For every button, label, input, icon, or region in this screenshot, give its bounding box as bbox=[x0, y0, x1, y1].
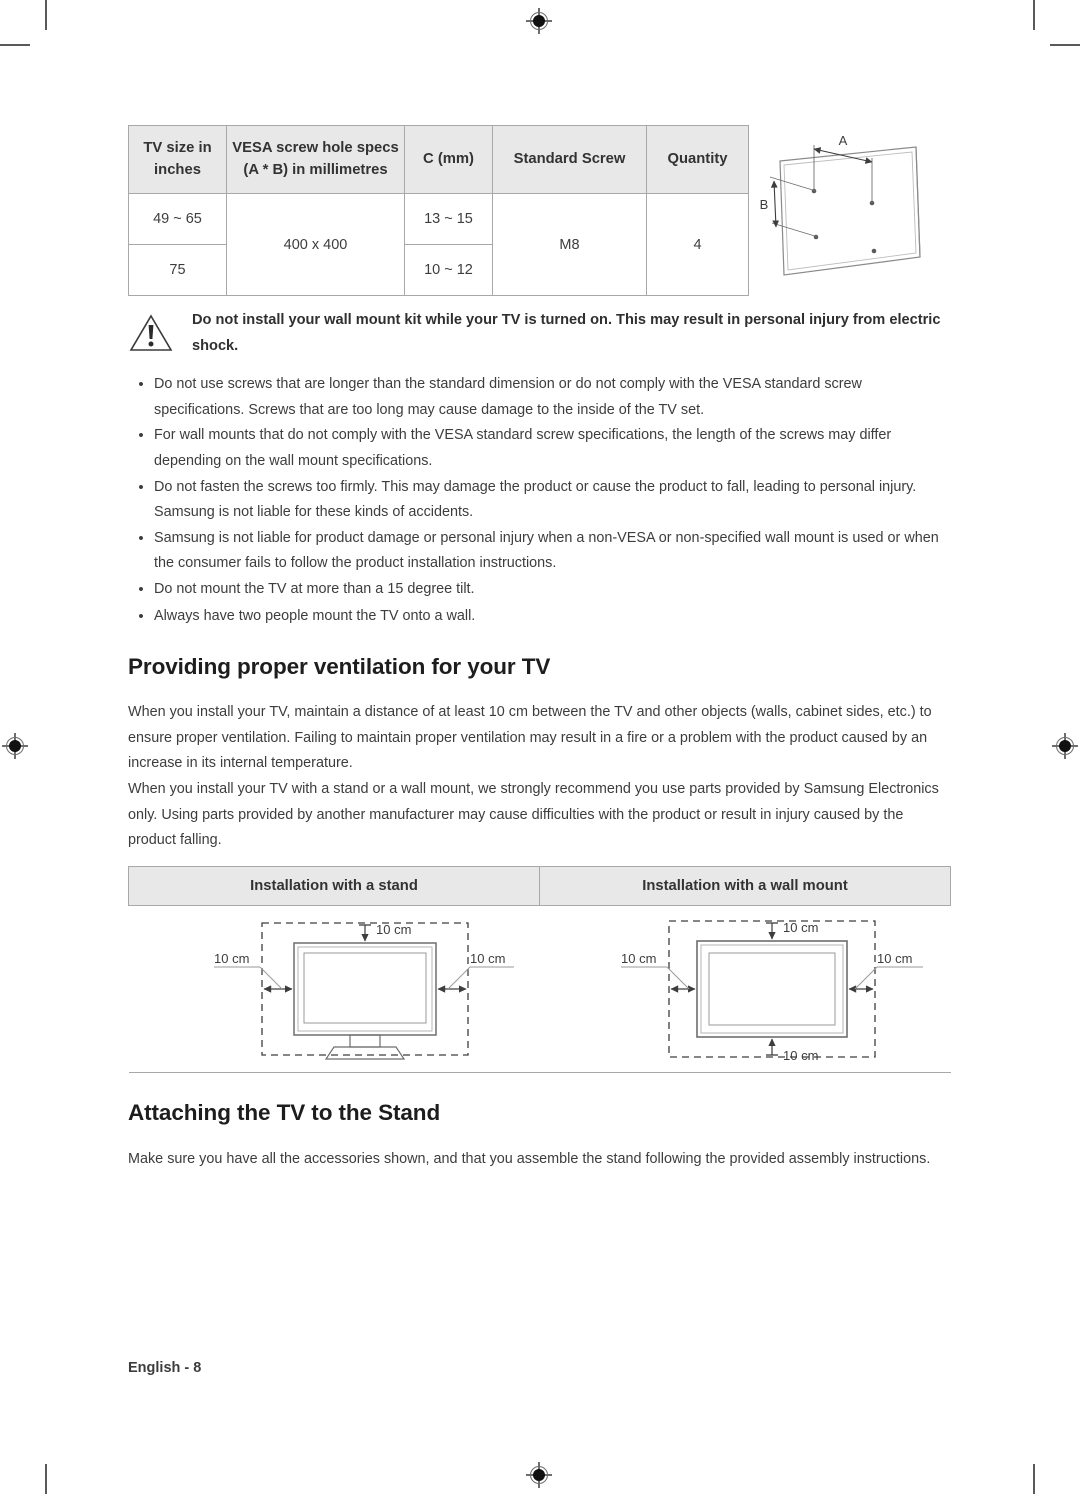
stand-paragraph: Make sure you have all the accessories s… bbox=[128, 1151, 931, 1167]
cell-wallmount-diagram: 10 cm 10 cm 10 cm 10 cm bbox=[539, 905, 951, 1073]
crop-mark-top-left-vertical bbox=[45, 0, 47, 30]
registration-mark-right bbox=[1052, 733, 1078, 759]
column-header-vesa-specs: VESA screw hole specs (A * B) in millime… bbox=[226, 125, 405, 194]
clearance-label-top: 10 cm bbox=[783, 920, 818, 935]
tv-wallmount-ventilation-diagram: 10 cm 10 cm 10 cm 10 cm bbox=[540, 909, 951, 1069]
list-item-text: For wall mounts that do not comply with … bbox=[154, 427, 892, 469]
cell-c-mm-row1: 13 ~ 15 bbox=[404, 193, 493, 245]
warning-triangle-icon bbox=[128, 308, 182, 354]
cell-quantity: 4 bbox=[646, 193, 749, 296]
ventilation-table: Installation with a stand Installation w… bbox=[128, 866, 951, 1073]
table-row: 10 cm 10 cm 10 cm 10 cm 10 cm 10 cm 10 c… bbox=[128, 905, 951, 1073]
column-header-tv-size: TV size in inches bbox=[128, 125, 227, 194]
list-item-text: Do not use screws that are longer than t… bbox=[154, 376, 862, 418]
tv-rear-panel-diagram: A B {} bbox=[748, 125, 950, 295]
tv-stand-ventilation-diagram: 10 cm 10 cm 10 cm bbox=[129, 909, 540, 1069]
column-header-tv-size-line1: TV size in bbox=[143, 140, 212, 157]
safety-bullet-list: • Do not use screws that are longer than… bbox=[128, 372, 950, 631]
clearance-label-left: 10 cm bbox=[214, 951, 249, 966]
column-header-quantity: Quantity bbox=[646, 125, 749, 194]
page-title-ventilation: Providing proper ventilation for your TV bbox=[128, 654, 551, 679]
bullet-marker-icon: • bbox=[138, 529, 144, 547]
ventilation-diagram-section: Installation with a stand Installation w… bbox=[128, 866, 951, 1073]
cell-vesa-specs: 400 x 400 bbox=[226, 193, 405, 296]
clearance-label-bottom: 10 cm bbox=[783, 1048, 818, 1063]
ventilation-paragraph-2: When you install your TV with a stand or… bbox=[128, 781, 939, 849]
vesa-spec-section: TV size in inches VESA screw hole specs … bbox=[128, 125, 950, 296]
column-header-standard-screw: Standard Screw bbox=[492, 125, 647, 194]
clearance-label-left: 10 cm bbox=[621, 951, 656, 966]
warning-block: Do not install your wall mount kit while… bbox=[128, 308, 950, 360]
table-row: 49 ~ 65 400 x 400 13 ~ 15 M8 4 bbox=[128, 193, 749, 296]
list-item-text: Do not fasten the screws too firmly. Thi… bbox=[154, 478, 917, 521]
column-header-vesa-specs-line2: (A * B) in millimetres bbox=[243, 161, 388, 178]
clearance-label-right: 10 cm bbox=[470, 951, 505, 966]
cell-tv-size-row2: 75 bbox=[128, 244, 227, 296]
page-footer-label: English - 8 bbox=[128, 1360, 202, 1376]
dimension-label-a: A bbox=[839, 133, 848, 148]
bullet-marker-icon: • bbox=[138, 376, 144, 393]
list-item: • Samsung is not liable for product dama… bbox=[128, 526, 950, 577]
list-item-text: Always have two people mount the TV onto… bbox=[154, 607, 476, 624]
bullet-marker-icon: • bbox=[138, 427, 144, 445]
list-item: • Do not use screws that are longer than… bbox=[128, 372, 950, 423]
registration-mark-left bbox=[2, 733, 28, 759]
cell-tv-size-row1: 49 ~ 65 bbox=[128, 193, 227, 245]
warning-text: Do not install your wall mount kit while… bbox=[192, 312, 941, 354]
crop-mark-bottom-right-vertical bbox=[1033, 1464, 1035, 1494]
bullet-marker-icon: • bbox=[138, 478, 144, 496]
bullet-marker-icon: • bbox=[138, 607, 144, 625]
bullet-marker-icon: • bbox=[138, 581, 144, 599]
list-item: • Do not fasten the screws too firmly. T… bbox=[128, 475, 950, 526]
crop-mark-top-right-horizontal bbox=[1050, 44, 1080, 46]
dimension-label-b: B bbox=[760, 197, 769, 212]
clearance-label-top: 10 cm bbox=[376, 922, 411, 937]
list-item: • Do not mount the TV at more than a 15 … bbox=[128, 577, 950, 604]
list-item-text: Do not mount the TV at more than a 15 de… bbox=[154, 581, 475, 598]
cell-stand-diagram: 10 cm 10 cm 10 cm bbox=[128, 905, 540, 1073]
column-header-tv-size-line2: inches bbox=[154, 161, 201, 178]
list-item-text: Samsung is not liable for product damage… bbox=[154, 529, 939, 572]
cell-standard-screw: M8 bbox=[492, 193, 647, 296]
vesa-spec-table: TV size in inches VESA screw hole specs … bbox=[128, 125, 749, 296]
page-content: TV size in inches VESA screw hole specs … bbox=[128, 0, 951, 1494]
column-header-c-mm: C (mm) bbox=[404, 125, 493, 194]
table-header-row: Installation with a stand Installation w… bbox=[128, 866, 951, 906]
table-header-row: TV size in inches VESA screw hole specs … bbox=[128, 125, 749, 194]
crop-mark-top-right-vertical bbox=[1033, 0, 1035, 30]
crop-mark-top-left-horizontal bbox=[0, 44, 30, 46]
column-header-vesa-specs-line1: VESA screw hole specs bbox=[232, 140, 399, 157]
cell-c-mm-row2: 10 ~ 12 bbox=[404, 244, 493, 296]
clearance-label-right: 10 cm bbox=[877, 951, 912, 966]
column-header-installation-stand: Installation with a stand bbox=[128, 866, 540, 906]
ventilation-paragraph-1: When you install your TV, maintain a dis… bbox=[128, 704, 932, 772]
list-item: • For wall mounts that do not comply wit… bbox=[128, 423, 950, 474]
list-item: • Always have two people mount the TV on… bbox=[128, 604, 950, 631]
crop-mark-bottom-left-vertical bbox=[45, 1464, 47, 1494]
column-header-installation-wallmount: Installation with a wall mount bbox=[539, 866, 951, 906]
page-title-attaching-stand: Attaching the TV to the Stand bbox=[128, 1100, 441, 1125]
